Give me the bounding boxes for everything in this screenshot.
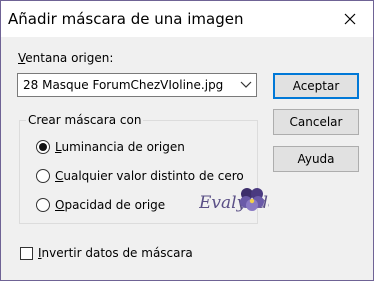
- mask-options-legend: Crear máscara con: [26, 113, 144, 127]
- chevron-down-icon: [240, 81, 252, 88]
- radio-button-nonzero[interactable]: [36, 169, 50, 183]
- radio-nonzero[interactable]: Cualquier valor distinto de cero: [36, 167, 244, 185]
- radio-button-luminance[interactable]: [36, 140, 50, 154]
- radio-selected-dot: [39, 143, 47, 151]
- help-button[interactable]: Ayuda: [273, 146, 359, 172]
- invert-mask-label: Invertir datos de máscara: [38, 246, 193, 260]
- radio-button-opacity[interactable]: [36, 198, 50, 212]
- accept-button[interactable]: Aceptar: [273, 73, 359, 99]
- source-window-label: Ventana origen:: [18, 51, 114, 65]
- source-window-value: 28 Masque ForumChezVIoline.jpg: [23, 78, 224, 92]
- invert-mask-option[interactable]: Invertir datos de máscara: [20, 244, 193, 262]
- close-button[interactable]: [327, 1, 373, 37]
- dialog-title: Añadir máscara de una imagen: [8, 10, 244, 28]
- dialog-window: Añadir máscara de una imagen Ventana ori…: [0, 0, 374, 281]
- radio-label-opacity: Opacidad de orige: [55, 198, 166, 212]
- radio-label-nonzero: Cualquier valor distinto de cero: [55, 169, 244, 183]
- radio-opacity[interactable]: Opacidad de orige: [36, 196, 165, 214]
- radio-luminance[interactable]: Luminancia de origen: [36, 138, 185, 156]
- cancel-button[interactable]: Cancelar: [273, 109, 359, 135]
- close-icon: [344, 13, 356, 25]
- watermark-signature: Evalynda: [199, 188, 269, 213]
- source-window-dropdown[interactable]: 28 Masque ForumChezVIoline.jpg: [17, 73, 257, 97]
- invert-mask-checkbox[interactable]: [20, 246, 33, 260]
- radio-label-luminance: Luminancia de origen: [55, 140, 185, 154]
- title-bar: Añadir máscara de una imagen: [1, 1, 373, 37]
